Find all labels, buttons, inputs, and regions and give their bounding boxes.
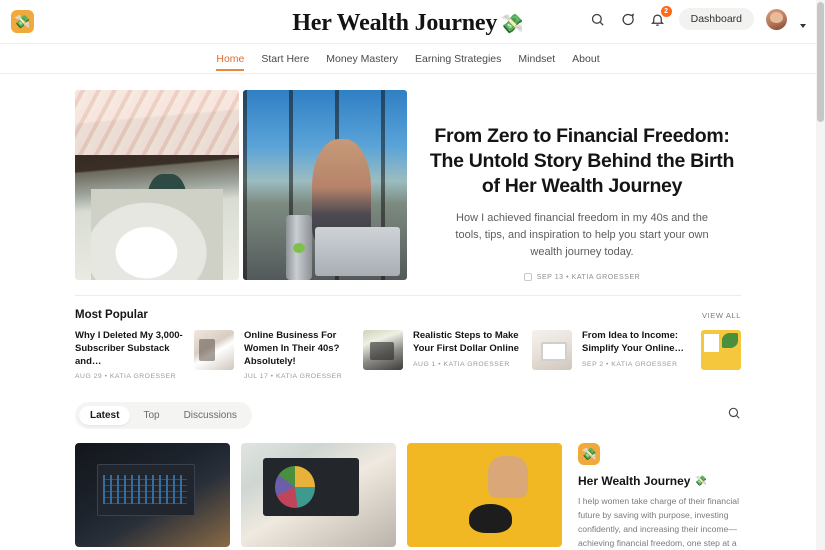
primary-navigation: Home Start Here Money Mastery Earning St…	[0, 44, 816, 74]
list-item-text: Online Business For Women In Their 40s? …	[244, 330, 356, 380]
feed-tabs: Latest Top Discussions	[75, 402, 252, 430]
nav-item-mindset[interactable]: Mindset	[518, 53, 555, 71]
view-all-link[interactable]: VIEW ALL	[702, 311, 741, 320]
hero-text: From Zero to Financial Freedom: The Unto…	[423, 90, 741, 281]
main-content: From Zero to Financial Freedom: The Unto…	[0, 74, 816, 550]
nav-item-earning-strategies[interactable]: Earning Strategies	[415, 53, 501, 71]
list-item-title[interactable]: Online Business For Women In Their 40s? …	[244, 330, 356, 368]
hero-title[interactable]: From Zero to Financial Freedom: The Unto…	[423, 124, 741, 199]
list-item[interactable]: Why I Deleted My 3,000-Subscriber Substa…	[75, 330, 234, 380]
list-item[interactable]: From Idea to Income: Simplify Your Onlin…	[582, 330, 741, 380]
list-item-meta: AUG 29 • KATIA GROESSER	[75, 373, 177, 381]
feed-and-sidebar: Get Started with Saving and Master Your …	[75, 429, 741, 550]
avatar[interactable]	[766, 8, 787, 30]
nav-item-about[interactable]: About	[572, 53, 599, 71]
post-feed: Get Started with Saving and Master Your …	[75, 443, 562, 550]
post-card[interactable]: Start Here: Building a Wealth	[407, 443, 562, 550]
list-item[interactable]: Online Business For Women In Their 40s? …	[244, 330, 403, 380]
hero-image-left[interactable]	[75, 90, 239, 280]
list-item-thumbnail[interactable]	[532, 330, 572, 370]
bell-icon[interactable]: 2	[649, 6, 672, 28]
top-bar-actions: 2 Dashboard	[589, 6, 806, 30]
hero-subtitle: How I achieved financial freedom in my 4…	[455, 211, 709, 258]
list-item-title[interactable]: Why I Deleted My 3,000-Subscriber Substa…	[75, 330, 187, 368]
hero-cup	[285, 215, 312, 280]
money-with-wings-icon: 💸	[581, 447, 597, 462]
list-item[interactable]: Realistic Steps to Make Your First Dolla…	[413, 330, 572, 380]
nav-item-home[interactable]: Home	[216, 53, 245, 71]
most-popular-list: Why I Deleted My 3,000-Subscriber Substa…	[75, 321, 741, 380]
list-item-title[interactable]: Realistic Steps to Make Your First Dolla…	[413, 330, 525, 356]
site-title-text: Her Wealth Journey	[292, 10, 498, 36]
list-item-meta: SEP 2 • KATIA GROESSER	[582, 360, 678, 368]
money-with-wings-icon: 💸	[694, 475, 707, 487]
most-popular-title: Most Popular	[75, 309, 148, 321]
tab-discussions[interactable]: Discussions	[173, 406, 248, 425]
post-card[interactable]: Get Started with Saving and	[75, 443, 230, 550]
list-item-text: From Idea to Income: Simplify Your Onlin…	[582, 330, 694, 368]
hero-section: From Zero to Financial Freedom: The Unto…	[75, 74, 741, 281]
sidebar-publication-name-text: Her Wealth Journey	[578, 474, 691, 489]
hero-figure-left	[147, 173, 187, 239]
post-thumbnail[interactable]	[75, 443, 230, 548]
feed-tabs-row: Latest Top Discussions	[75, 380, 741, 430]
search-icon[interactable]	[727, 406, 741, 425]
list-item-meta: JUL 17 • KATIA GROESSER	[244, 373, 343, 381]
sidebar-description: I help women take charge of their financ…	[578, 496, 739, 548]
chat-bubble-icon[interactable]	[619, 10, 637, 28]
top-bar: 💸 Her Wealth Journey 💸 2 Dashboard	[0, 0, 816, 44]
post-thumbnail[interactable]	[241, 443, 396, 548]
list-item-thumbnail[interactable]	[363, 330, 403, 370]
list-item-title[interactable]: From Idea to Income: Simplify Your Onlin…	[582, 330, 694, 356]
notification-badge: 2	[660, 6, 672, 17]
tab-latest[interactable]: Latest	[79, 406, 131, 426]
sidebar-publication-logo[interactable]: 💸	[578, 443, 600, 466]
hero-meta: SEP 13 • KATIA GROESSER	[423, 273, 741, 281]
tab-top[interactable]: Top	[132, 406, 170, 425]
dashboard-button[interactable]: Dashboard	[678, 8, 754, 30]
hero-laptop	[315, 226, 401, 277]
list-item-thumbnail[interactable]	[194, 330, 234, 370]
article-icon	[523, 273, 532, 281]
hero-image-right[interactable]	[243, 90, 407, 280]
right-sidebar: 💸 Her Wealth Journey 💸 I help women take…	[578, 443, 741, 550]
nav-item-start-here[interactable]: Start Here	[261, 53, 309, 71]
scrollbar-thumb[interactable]	[817, 2, 824, 122]
hero-meta-text: SEP 13 • KATIA GROESSER	[536, 273, 641, 281]
nav-item-money-mastery[interactable]: Money Mastery	[326, 53, 398, 71]
chevron-down-icon[interactable]	[800, 24, 806, 28]
list-item-text: Why I Deleted My 3,000-Subscriber Substa…	[75, 330, 187, 380]
list-item-meta: AUG 1 • KATIA GROESSER	[413, 360, 510, 368]
money-with-wings-icon: 💸	[500, 13, 524, 35]
scrollbar[interactable]	[816, 0, 825, 550]
list-item-text: Realistic Steps to Make Your First Dolla…	[413, 330, 525, 368]
most-popular-header: Most Popular VIEW ALL	[75, 296, 741, 321]
hero-images[interactable]	[75, 90, 407, 280]
post-card[interactable]: Master Your Budget: The	[241, 443, 396, 550]
list-item-thumbnail[interactable]	[701, 330, 741, 370]
page-root: 💸 Her Wealth Journey 💸 2 Dashboard Home …	[0, 0, 825, 550]
post-thumbnail[interactable]	[407, 443, 562, 548]
sidebar-publication-name[interactable]: Her Wealth Journey 💸	[578, 474, 741, 488]
feed-tabs-pill: Latest Top Discussions	[75, 402, 252, 430]
search-icon[interactable]	[589, 10, 607, 28]
